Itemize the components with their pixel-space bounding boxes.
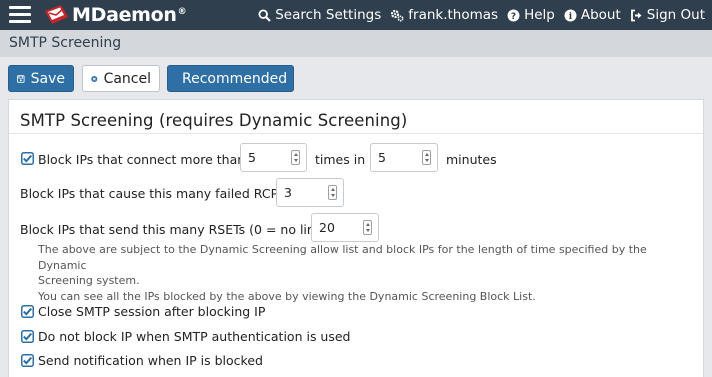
- help-link[interactable]: ? Help: [507, 7, 555, 23]
- failed-rcpts-input[interactable]: 3: [276, 178, 344, 207]
- section-title: SMTP Screening (requires Dynamic Screeni…: [20, 111, 408, 130]
- mdaemon-logo[interactable]: MDaemon®: [43, 3, 187, 27]
- info-circle-icon: i: [564, 9, 577, 22]
- sign-out-icon: [630, 9, 642, 21]
- sign-out-link[interactable]: Sign Out: [630, 7, 705, 23]
- mdaemon-logo-mark: [45, 5, 68, 24]
- svg-text:i: i: [569, 12, 573, 22]
- failed-rcpts-spinner[interactable]: [328, 185, 337, 200]
- search-icon: [258, 8, 271, 22]
- checkbox-close-session[interactable]: [21, 305, 34, 318]
- users-cog-icon: [391, 9, 404, 22]
- help-line: You can see all the IPs blocked by the a…: [38, 289, 536, 303]
- recommended-button[interactable]: Recommended: [167, 65, 294, 92]
- help-text: The above are subject to the Dynamic Scr…: [38, 242, 688, 304]
- help-line: The above are subject to the Dynamic Scr…: [38, 243, 647, 272]
- search-settings-link[interactable]: Search Settings: [258, 7, 381, 23]
- send-notification-label: Send notification when IP is blocked: [38, 353, 263, 368]
- checkbox-block-connect[interactable]: [21, 152, 34, 165]
- top-navbar: MDaemon® Search Settings frank.thomas ? …: [0, 0, 712, 30]
- smtp-screening-panel: SMTP Screening (requires Dynamic Screeni…: [8, 99, 704, 377]
- rsets-input[interactable]: 20: [311, 213, 379, 242]
- minutes-label: minutes: [446, 152, 497, 167]
- menu-icon[interactable]: [9, 6, 31, 23]
- section-divider: [9, 133, 703, 134]
- cancel-button[interactable]: Cancel: [82, 65, 160, 92]
- toolbar: Save Cancel Recommended: [0, 57, 712, 98]
- cancel-icon: [91, 75, 98, 82]
- help-line: Screening system.: [38, 274, 140, 287]
- checkbox-send-notification[interactable]: [21, 354, 34, 367]
- minutes-spinner[interactable]: [422, 150, 431, 165]
- page-title: SMTP Screening: [9, 35, 122, 51]
- top-nav-links: Search Settings frank.thomas ? Help i Ab…: [249, 0, 705, 30]
- close-session-label: Close SMTP session after blocking IP: [38, 304, 266, 319]
- page-title-bar: SMTP Screening: [0, 30, 712, 57]
- connect-count-spinner[interactable]: [291, 150, 300, 165]
- about-link[interactable]: i About: [564, 7, 621, 23]
- brand-name: MDaemon®: [72, 4, 187, 26]
- minutes-input[interactable]: 5: [370, 143, 438, 172]
- user-account-link[interactable]: frank.thomas: [390, 7, 498, 23]
- no-block-auth-label: Do not block IP when SMTP authentication…: [38, 329, 351, 344]
- block-rcpts-label: Block IPs that cause this many failed RC…: [20, 186, 291, 201]
- save-icon: [17, 74, 25, 83]
- block-connect-label: Block IPs that connect more than: [38, 152, 246, 167]
- checkbox-no-block-auth[interactable]: [21, 330, 34, 343]
- rsets-spinner[interactable]: [363, 220, 372, 235]
- save-button[interactable]: Save: [8, 65, 74, 92]
- connect-count-input[interactable]: 5: [240, 143, 307, 172]
- svg-text:?: ?: [511, 12, 516, 22]
- block-rsets-label: Block IPs that send this many RSETs (0 =…: [20, 222, 333, 237]
- times-in-label: times in: [315, 152, 366, 167]
- question-circle-icon: ?: [507, 9, 520, 22]
